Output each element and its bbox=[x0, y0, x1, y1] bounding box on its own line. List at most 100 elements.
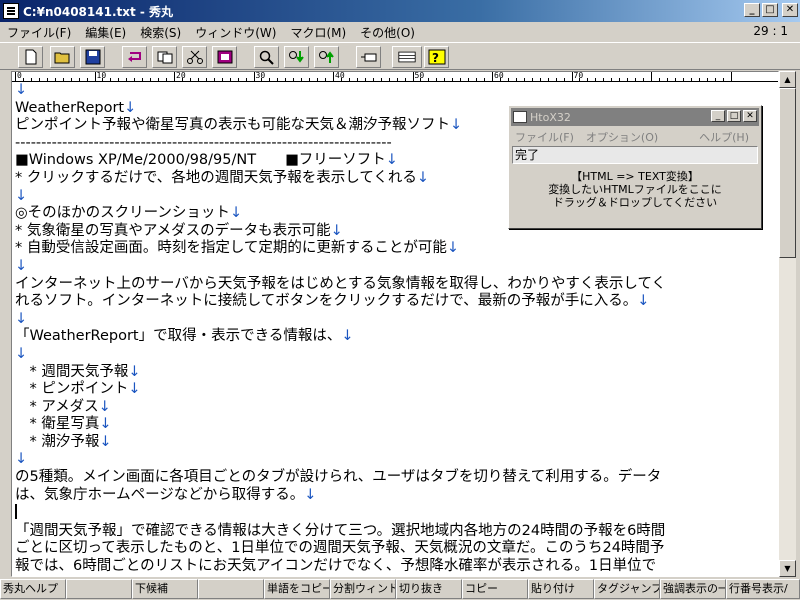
ruler-tick bbox=[142, 78, 144, 81]
ruler-tick bbox=[158, 78, 160, 81]
function-key-9[interactable]: 貼り付け bbox=[528, 579, 594, 599]
ruler-tick bbox=[70, 78, 72, 81]
editor-line: * 自動受信設定画面。時刻を指定して定期的に更新することが可能↓ bbox=[15, 240, 775, 258]
ruler-tick bbox=[611, 78, 613, 81]
editor-line-text: * 衛星写真 bbox=[15, 416, 100, 433]
ruler-tick bbox=[547, 78, 549, 81]
function-key-7[interactable]: 切り抜き bbox=[396, 579, 462, 599]
htox32-close-button[interactable]: ✕ bbox=[743, 110, 757, 122]
function-key-11[interactable]: 強調表示の一 bbox=[660, 579, 726, 599]
function-key-6[interactable]: 分割ウィンドウ bbox=[330, 579, 396, 599]
htox32-drop-area[interactable]: 【HTML => TEXT変換】 変換したいHTMLファイルをここに ドラッグ＆… bbox=[509, 170, 761, 209]
menu-edit[interactable]: 編集(E) bbox=[78, 24, 133, 41]
scroll-up-arrow-icon[interactable]: ▲ bbox=[779, 71, 796, 88]
ruler-tick bbox=[150, 78, 152, 81]
minimize-button[interactable]: _ bbox=[744, 3, 760, 17]
undo-icon[interactable] bbox=[122, 46, 147, 68]
editor-line-text: * アメダス bbox=[15, 398, 99, 415]
ruler-tick bbox=[118, 78, 120, 81]
htox32-menu-help[interactable]: ヘルプ(H) bbox=[693, 129, 755, 145]
text-caret bbox=[15, 504, 17, 520]
editor-line-text: WeatherReport bbox=[15, 99, 125, 116]
paste-icon[interactable] bbox=[212, 46, 237, 68]
newline-mark-icon: ↓ bbox=[341, 328, 354, 345]
open-folder-icon[interactable] bbox=[50, 46, 75, 68]
editor-line: * 衛星写真↓ bbox=[15, 416, 775, 434]
menu-window[interactable]: ウィンドウ(W) bbox=[188, 24, 283, 41]
menu-file[interactable]: ファイル(F) bbox=[0, 24, 78, 41]
function-key-8[interactable]: コピー bbox=[462, 579, 528, 599]
ruler-tick bbox=[404, 78, 406, 81]
ruler-tick bbox=[595, 78, 597, 81]
htox32-title: HtoX32 bbox=[530, 110, 571, 124]
htox32-menu-bar: ファイル(F) オプション(O) ヘルプ(H) bbox=[509, 128, 761, 146]
vertical-scrollbar[interactable]: ▲ ▼ bbox=[779, 71, 796, 577]
ruler-tick bbox=[730, 72, 732, 81]
editor-line-text: れるソフト。インターネットに接続してボタンをクリックするだけで、最新の予報が手に… bbox=[15, 293, 638, 310]
ruler-tick bbox=[587, 78, 589, 81]
ruler-tick bbox=[388, 78, 390, 81]
htox32-title-bar[interactable]: HtoX32 _ □ ✕ bbox=[511, 108, 759, 126]
ruler-tick bbox=[523, 78, 525, 81]
editor-line bbox=[15, 504, 775, 523]
htox32-menu-option[interactable]: オプション(O) bbox=[580, 129, 664, 145]
ruler-label: 40 bbox=[335, 71, 345, 80]
editor-line-text: 「週間天気予報」で確認できる情報は大きく分けて三つ。選択地域内各地方の24時間の… bbox=[15, 522, 666, 539]
htox32-menu-file[interactable]: ファイル(F) bbox=[509, 129, 580, 145]
ruler-label: 0 bbox=[17, 71, 22, 80]
newline-mark-icon: ↓ bbox=[446, 240, 460, 257]
function-key-5[interactable]: 単語をコピー bbox=[264, 579, 330, 599]
menu-search[interactable]: 検索(S) bbox=[133, 24, 188, 41]
ruler-label: 60 bbox=[494, 71, 504, 80]
htox32-window[interactable]: HtoX32 _ □ ✕ ファイル(F) オプション(O) ヘルプ(H) 完了 … bbox=[508, 105, 762, 229]
function-key-12[interactable]: 行番号表示/ bbox=[726, 579, 800, 599]
function-key-10[interactable]: タグジャンプ bbox=[594, 579, 660, 599]
ruler-tick bbox=[253, 72, 255, 81]
scroll-down-arrow-icon[interactable]: ▼ bbox=[779, 560, 796, 577]
ruler-tick bbox=[237, 78, 239, 81]
htox32-status: 完了 bbox=[512, 146, 758, 164]
search-up-icon[interactable] bbox=[314, 46, 339, 68]
ruler-tick bbox=[682, 78, 684, 81]
function-key-1[interactable]: 秀丸ヘルプ bbox=[0, 579, 66, 599]
newline-mark-icon: ↓ bbox=[15, 82, 28, 98]
editor-line-text: * 気象衛星の写真やアメダスのデータも表示可能 bbox=[15, 222, 331, 239]
window-title: C:¥n0408141.txt - 秀丸 bbox=[23, 4, 174, 19]
copy-icon[interactable] bbox=[152, 46, 177, 68]
ruler-tick bbox=[197, 78, 199, 81]
app-icon[interactable] bbox=[3, 3, 19, 19]
ruler-tick bbox=[651, 72, 652, 81]
split-window-icon[interactable] bbox=[392, 46, 422, 68]
save-icon[interactable] bbox=[80, 46, 105, 68]
ruler-tick bbox=[30, 78, 32, 81]
function-key-2[interactable] bbox=[66, 579, 132, 599]
editor-line: * 週間天気予報↓ bbox=[15, 364, 775, 382]
editor-line-text: ごとに区切って表示したものと、1日単位での週間天気予報、天気概況の文章だ。このう… bbox=[15, 540, 665, 557]
editor-line-text: ■Windows XP/Me/2000/98/95/NT ■フリーソフト bbox=[15, 152, 386, 169]
function-key-4[interactable] bbox=[198, 579, 264, 599]
cut-icon[interactable] bbox=[182, 46, 207, 68]
menu-other[interactable]: その他(O) bbox=[353, 24, 422, 41]
ruler-tick bbox=[134, 78, 136, 81]
ruler-tick bbox=[356, 78, 358, 81]
new-file-icon[interactable] bbox=[18, 46, 43, 68]
maximize-button[interactable]: □ bbox=[762, 3, 778, 17]
search-down-icon[interactable] bbox=[284, 46, 309, 68]
function-key-3[interactable]: 下候補 bbox=[132, 579, 198, 599]
close-button[interactable]: ✕ bbox=[782, 3, 798, 17]
ruler-tick bbox=[603, 78, 605, 81]
htox32-minimize-button[interactable]: _ bbox=[711, 110, 725, 122]
editor-line-text: ◎そのほかのスクリーンショット bbox=[15, 205, 230, 222]
ruler-label: 70 bbox=[573, 71, 584, 80]
tag-icon[interactable] bbox=[356, 46, 381, 68]
htox32-maximize-button[interactable]: □ bbox=[727, 110, 741, 122]
editor-line: ごとに区切って表示したものと、1日単位での週間天気予報、天気概況の文章だ。このう… bbox=[15, 540, 775, 558]
help-icon[interactable]: ? bbox=[424, 46, 449, 68]
editor-line: れるソフト。インターネットに接続してボタンをクリックするだけで、最新の予報が手に… bbox=[15, 293, 775, 311]
scroll-thumb[interactable] bbox=[779, 88, 796, 258]
ruler-tick bbox=[166, 78, 168, 81]
ruler-tick bbox=[38, 78, 40, 81]
menu-macro[interactable]: マクロ(M) bbox=[283, 24, 353, 41]
editor-line-text: * 週間天気予報 bbox=[15, 363, 129, 380]
search-icon[interactable] bbox=[254, 46, 279, 68]
